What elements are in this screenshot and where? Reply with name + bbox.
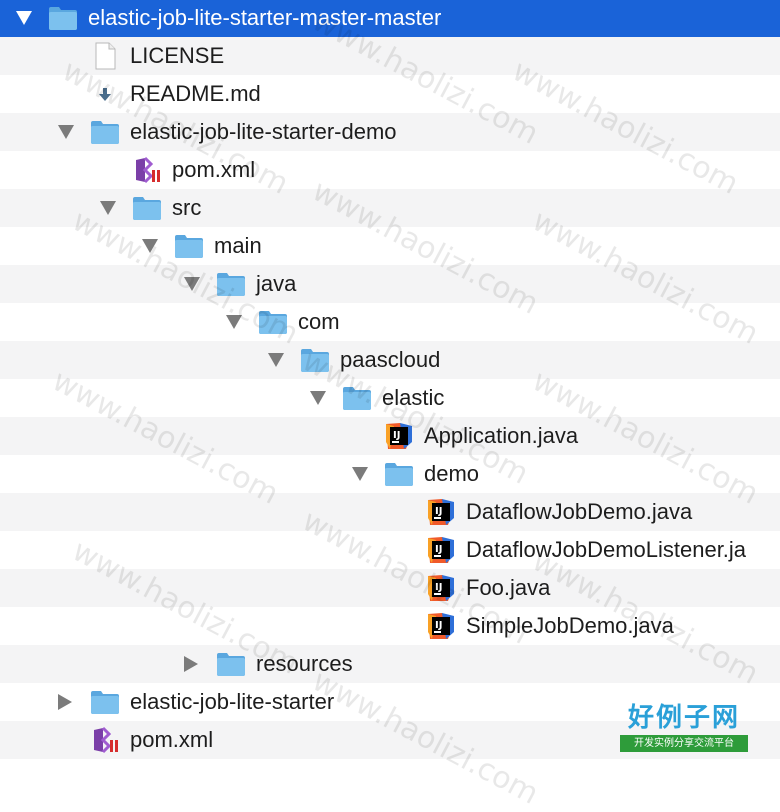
tree-item-label: SimpleJobDemo.java [466, 613, 674, 638]
intellij-java-file-icon: IJ [426, 612, 456, 640]
disclosure-open-icon[interactable] [268, 353, 284, 367]
tree-item-label: elastic-job-lite-starter-master-master [88, 5, 442, 30]
tree-item-label: src [172, 195, 202, 220]
folder-icon [216, 270, 246, 298]
folder-icon [258, 308, 288, 336]
tree-item-label: elastic-job-lite-starter-demo [130, 119, 397, 144]
tree-item-label: com [298, 309, 340, 334]
svg-text:IJ: IJ [393, 430, 400, 441]
disclosure-open-icon[interactable] [184, 277, 200, 291]
logo-title: 好例子网 [627, 703, 740, 733]
tree-row[interactable]: demo [0, 455, 780, 493]
folder-icon [300, 346, 330, 374]
tree-row[interactable]: IJ DataflowJobDemoListener.ja [0, 531, 780, 569]
tree-item-label: paascloud [340, 347, 441, 372]
site-logo: 好例子网 开发实例分享交流平台 [618, 702, 750, 756]
disclosure-open-icon[interactable] [310, 391, 326, 405]
folder-icon [384, 460, 414, 488]
intellij-java-file-icon: IJ [426, 574, 456, 602]
tree-row[interactable]: LICENSE [0, 37, 780, 75]
tree-row[interactable]: src [0, 189, 780, 227]
tree-row[interactable]: IJ Application.java [0, 417, 780, 455]
tree-row[interactable]: IJ Foo.java [0, 569, 780, 607]
tree-item-label: pom.xml [172, 157, 256, 182]
tree-item-label: elastic-job-lite-starter [130, 689, 335, 714]
svg-text:IJ: IJ [435, 582, 442, 593]
folder-icon [132, 194, 162, 222]
tree-row[interactable]: IJ SimpleJobDemo.java [0, 607, 780, 645]
document-icon [90, 42, 120, 70]
xml-file-icon [90, 726, 120, 754]
tree-row[interactable]: elastic [0, 379, 780, 417]
tree-item-label: demo [424, 461, 480, 486]
tree-row[interactable]: java [0, 265, 780, 303]
tree-row[interactable]: main [0, 227, 780, 265]
tree-row[interactable]: paascloud [0, 341, 780, 379]
tree-item-label: DataflowJobDemo.java [466, 499, 693, 524]
tree-item-label: README.md [130, 81, 261, 106]
tree-item-label: main [214, 233, 262, 258]
tree-row[interactable]: pom.xml [0, 151, 780, 189]
folder-icon [90, 118, 120, 146]
tree-row[interactable]: IJ DataflowJobDemo.java [0, 493, 780, 531]
markdown-file-icon [90, 80, 120, 108]
tree-item-label: java [256, 271, 297, 296]
svg-text:IJ: IJ [435, 620, 442, 631]
tree-item-label: DataflowJobDemoListener.ja [466, 537, 747, 562]
disclosure-closed-icon[interactable] [184, 656, 198, 672]
disclosure-open-icon[interactable] [352, 467, 368, 481]
intellij-java-file-icon: IJ [426, 536, 456, 564]
svg-text:IJ: IJ [435, 506, 442, 517]
disclosure-open-icon[interactable] [142, 239, 158, 253]
tree-row[interactable]: resources [0, 645, 780, 683]
tree-item-label: resources [256, 651, 353, 676]
folder-icon [48, 4, 78, 32]
svg-text:IJ: IJ [435, 544, 442, 555]
logo-subtitle: 开发实例分享交流平台 [620, 735, 748, 752]
intellij-java-file-icon: IJ [384, 422, 414, 450]
folder-icon [216, 650, 246, 678]
folder-icon [90, 688, 120, 716]
folder-icon [174, 232, 204, 260]
tree-item-label: pom.xml [130, 727, 214, 752]
tree-item-label: LICENSE [130, 43, 225, 68]
disclosure-open-icon[interactable] [58, 125, 74, 139]
file-tree: elastic-job-lite-starter-master-master LI… [0, 0, 780, 760]
tree-row[interactable]: README.md [0, 75, 780, 113]
disclosure-open-icon[interactable] [100, 201, 116, 215]
tree-row[interactable]: elastic-job-lite-starter-demo [0, 113, 780, 151]
tree-item-label: elastic [382, 385, 445, 410]
folder-icon [342, 384, 372, 412]
tree-item-label: Foo.java [466, 575, 551, 600]
disclosure-open-icon[interactable] [16, 11, 32, 25]
intellij-java-file-icon: IJ [426, 498, 456, 526]
disclosure-closed-icon[interactable] [58, 694, 72, 710]
tree-row[interactable]: elastic-job-lite-starter-master-master [0, 0, 780, 37]
tree-row[interactable]: com [0, 303, 780, 341]
tree-item-label: Application.java [424, 423, 579, 448]
xml-file-icon [132, 156, 162, 184]
disclosure-open-icon[interactable] [226, 315, 242, 329]
